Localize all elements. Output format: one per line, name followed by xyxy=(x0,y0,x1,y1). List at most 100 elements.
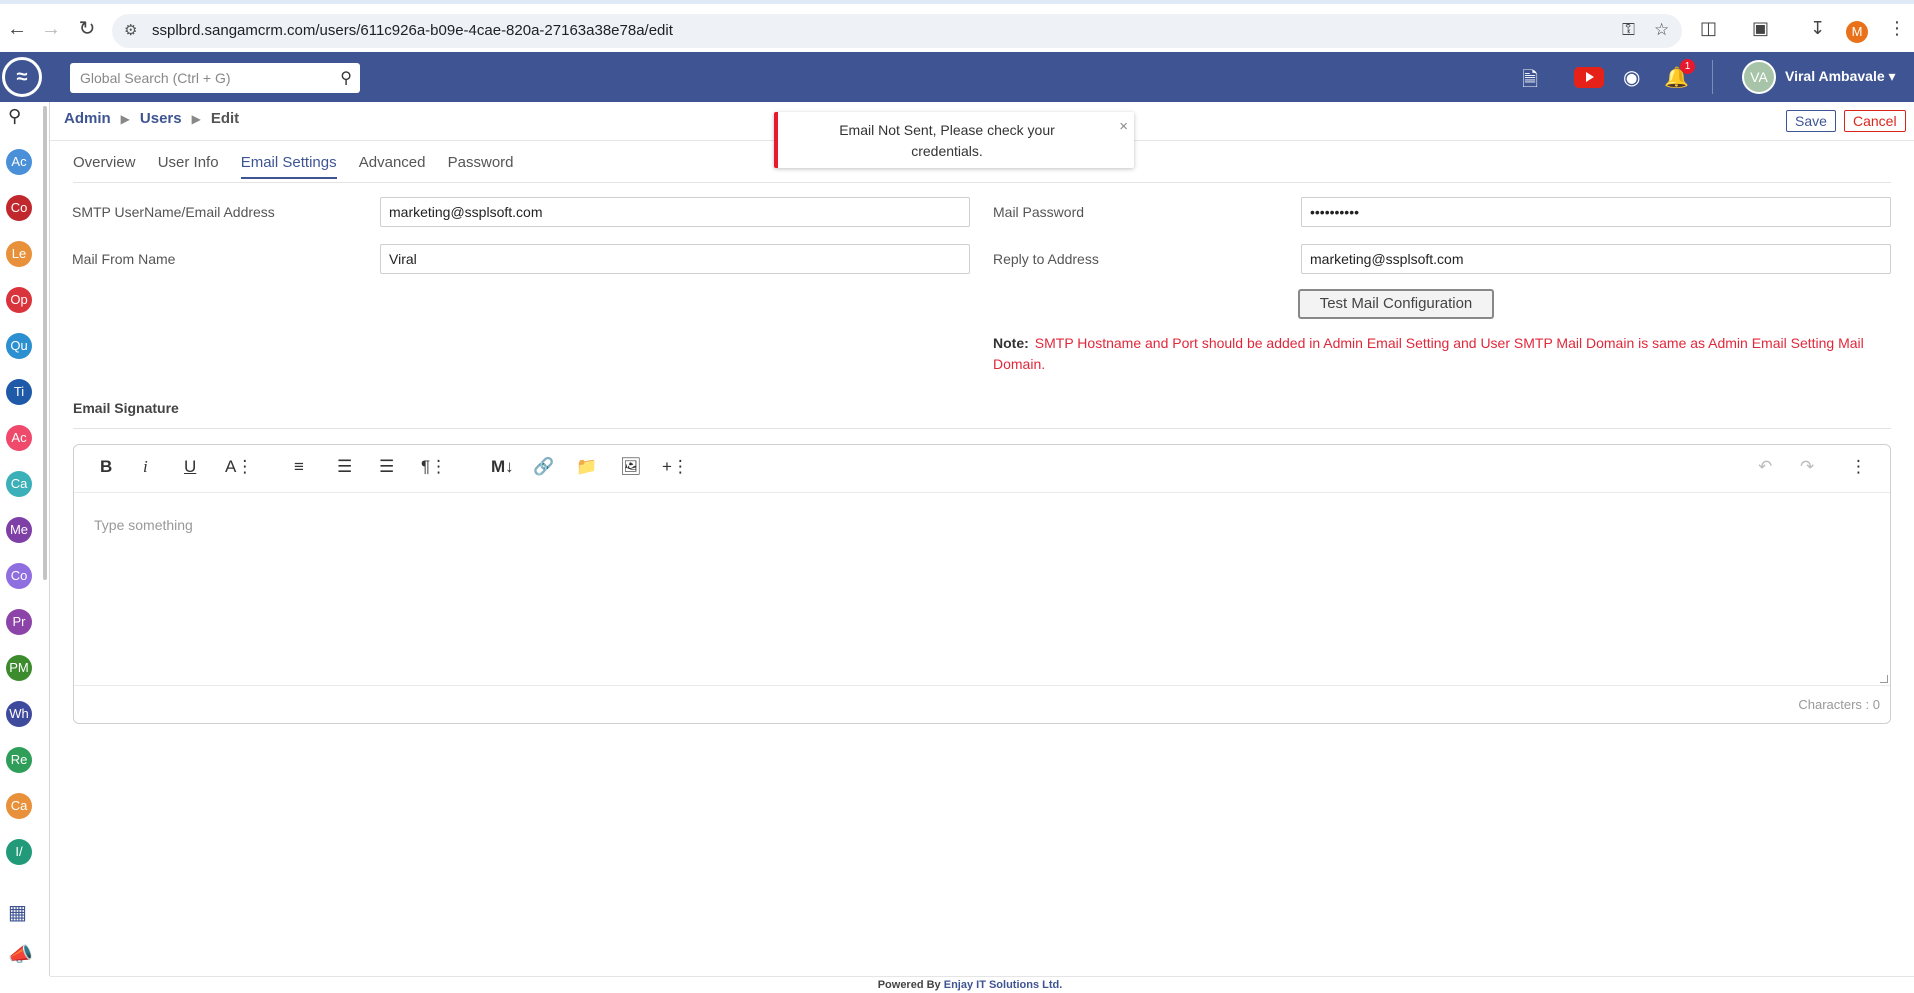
close-icon[interactable]: × xyxy=(1119,118,1128,135)
reply-to-label: Reply to Address xyxy=(993,251,1099,267)
insert-icon[interactable]: +⋮ xyxy=(662,457,689,477)
tab-bar: Overview User Info Email Settings Advanc… xyxy=(73,154,532,184)
sidebar-scrollbar[interactable] xyxy=(43,106,47,580)
font-size-icon[interactable]: A⋮ xyxy=(225,457,253,477)
error-toast: Email Not Sent, Please check your creden… xyxy=(774,112,1134,168)
app-logo[interactable]: ≈ xyxy=(2,57,42,97)
breadcrumb: Admin ▶ Users ▶ Edit xyxy=(64,110,239,127)
breadcrumb-current: Edit xyxy=(210,110,240,127)
email-signature-title: Email Signature xyxy=(73,400,179,416)
sidebar-search-icon[interactable]: ⚲ xyxy=(8,106,21,127)
image-icon[interactable]: 🖼 xyxy=(620,457,642,477)
more-options-icon[interactable]: ⋮ xyxy=(1850,457,1867,477)
breadcrumb-users[interactable]: Users xyxy=(140,110,182,127)
signature-editor: B i U A⋮ ≡ ☰ ☰ ¶⋮ M↓ 🔗 📁 🖼 +⋮ ↶ ↷ ⋮ Type… xyxy=(73,444,1891,724)
tab-overview[interactable]: Overview xyxy=(73,154,136,177)
mail-from-name-field[interactable] xyxy=(380,244,970,274)
align-left-icon[interactable]: ≡ xyxy=(294,457,304,477)
sidebar-module-4[interactable]: Qu xyxy=(6,333,32,359)
redo-icon[interactable]: ↷ xyxy=(1800,457,1814,477)
underline-icon[interactable]: U xyxy=(184,457,196,477)
calendar-grid-icon[interactable]: ▦ xyxy=(8,900,27,925)
note-text: SMTP Hostname and Port should be added i… xyxy=(993,335,1864,372)
tab-advanced[interactable]: Advanced xyxy=(359,154,426,177)
tab-user-info[interactable]: User Info xyxy=(158,154,219,177)
folder-icon[interactable]: 📁 xyxy=(576,457,597,477)
powered-by-text: Powered By xyxy=(877,979,941,991)
italic-icon[interactable]: i xyxy=(143,457,148,477)
divider xyxy=(73,428,1891,429)
browser-menu-icon[interactable]: ⋮ xyxy=(1888,18,1906,39)
megaphone-icon[interactable]: 📣 xyxy=(8,942,33,967)
extensions-icon[interactable]: ◫ xyxy=(1700,18,1717,39)
sidebar-module-3[interactable]: Op xyxy=(6,287,32,313)
global-search-input[interactable] xyxy=(70,63,320,93)
undo-icon[interactable]: ↶ xyxy=(1758,457,1772,477)
sidebar-module-8[interactable]: Me xyxy=(6,517,32,543)
bold-icon[interactable]: B xyxy=(100,457,112,477)
breadcrumb-admin[interactable]: Admin xyxy=(64,110,111,127)
smtp-username-field[interactable] xyxy=(380,197,970,227)
sidebar-module-7[interactable]: Ca xyxy=(6,471,32,497)
company-link[interactable]: Enjay IT Solutions Ltd. xyxy=(944,979,1063,991)
sidebar-module-13[interactable]: Re xyxy=(6,747,32,773)
global-search: ⚲ xyxy=(70,63,360,93)
divider xyxy=(73,182,1891,183)
sidebar-module-15[interactable]: I/ xyxy=(6,839,32,865)
sidebar-module-11[interactable]: PM xyxy=(6,655,32,681)
paragraph-icon[interactable]: ¶⋮ xyxy=(421,457,447,477)
sidebar-module-14[interactable]: Ca xyxy=(6,793,32,819)
document-search-icon[interactable]: 🗎 xyxy=(1522,65,1538,99)
app-header: ≈ ⚲ 🗎 ◉ 🔔 1 VA Viral Ambavale ▾ xyxy=(0,52,1914,102)
address-bar[interactable]: ⚙ ssplbrd.sangamcrm.com/users/611c926a-b… xyxy=(112,14,1682,48)
sidebar-module-9[interactable]: Co xyxy=(6,563,32,589)
breadcrumb-separator-icon: ▶ xyxy=(120,112,130,126)
sidebar-module-5[interactable]: Ti xyxy=(6,379,32,405)
download-icon[interactable]: ↧ xyxy=(1810,18,1825,39)
bookmark-star-icon[interactable]: ☆ xyxy=(1654,20,1669,40)
password-key-icon[interactable]: ⚿ xyxy=(1622,20,1635,40)
editor-footer: Characters : 0 xyxy=(74,685,1890,723)
save-button[interactable]: Save xyxy=(1786,110,1836,132)
markdown-icon[interactable]: M↓ xyxy=(491,457,514,477)
browser-profile-avatar[interactable]: M xyxy=(1846,21,1868,43)
mail-password-label: Mail Password xyxy=(993,204,1085,220)
signature-text-area[interactable]: Type something xyxy=(94,517,193,533)
link-icon[interactable]: 🔗 xyxy=(533,457,554,477)
test-mail-configuration-button[interactable]: Test Mail Configuration xyxy=(1298,289,1494,319)
youtube-icon[interactable] xyxy=(1574,67,1604,88)
chevron-down-icon: ▾ xyxy=(1888,68,1896,84)
mail-password-field[interactable] xyxy=(1301,197,1891,227)
back-icon[interactable]: ← xyxy=(6,18,28,40)
reload-icon[interactable]: ↻ xyxy=(76,18,98,40)
tab-email-settings[interactable]: Email Settings xyxy=(240,154,337,179)
user-avatar[interactable]: VA xyxy=(1742,60,1776,94)
reply-to-field[interactable] xyxy=(1301,244,1891,274)
resize-handle-icon[interactable] xyxy=(1880,675,1888,683)
smtp-username-label: SMTP UserName/Email Address xyxy=(72,204,275,220)
tab-password[interactable]: Password xyxy=(448,154,514,177)
site-info-icon[interactable]: ⚙ xyxy=(124,21,137,39)
sidebar-module-0[interactable]: Ac xyxy=(6,149,32,175)
sidebar-module-6[interactable]: Ac xyxy=(6,425,32,451)
search-icon[interactable]: ⚲ xyxy=(340,68,352,88)
note-label: Note: xyxy=(993,335,1029,351)
sidebar-module-10[interactable]: Pr xyxy=(6,609,32,635)
list-icon[interactable]: ☰ xyxy=(379,457,394,477)
user-name: Viral Ambavale xyxy=(1785,68,1885,84)
forward-icon[interactable]: → xyxy=(40,18,62,40)
smtp-note: Note: SMTP Hostname and Port should be ad… xyxy=(993,333,1873,375)
sidebar-module-2[interactable]: Le xyxy=(6,241,32,267)
browser-toolbar: ← → ↻ ⚙ ssplbrd.sangamcrm.com/users/611c… xyxy=(0,0,1914,52)
screenshot-icon[interactable]: ▣ xyxy=(1752,18,1769,39)
align-center-icon[interactable]: ☰ xyxy=(337,457,352,477)
sidebar-module-12[interactable]: Wh xyxy=(6,701,32,727)
toast-message: Email Not Sent, Please check your creden… xyxy=(839,122,1055,159)
cancel-button[interactable]: Cancel xyxy=(1844,110,1906,132)
url-text[interactable]: ssplbrd.sangamcrm.com/users/611c926a-b09… xyxy=(152,22,673,39)
mail-from-name-label: Mail From Name xyxy=(72,251,176,267)
globe-icon[interactable]: ◉ xyxy=(1623,65,1640,90)
breadcrumb-separator-icon: ▶ xyxy=(191,112,201,126)
user-menu[interactable]: Viral Ambavale ▾ xyxy=(1785,68,1896,85)
sidebar-module-1[interactable]: Co xyxy=(6,195,32,221)
